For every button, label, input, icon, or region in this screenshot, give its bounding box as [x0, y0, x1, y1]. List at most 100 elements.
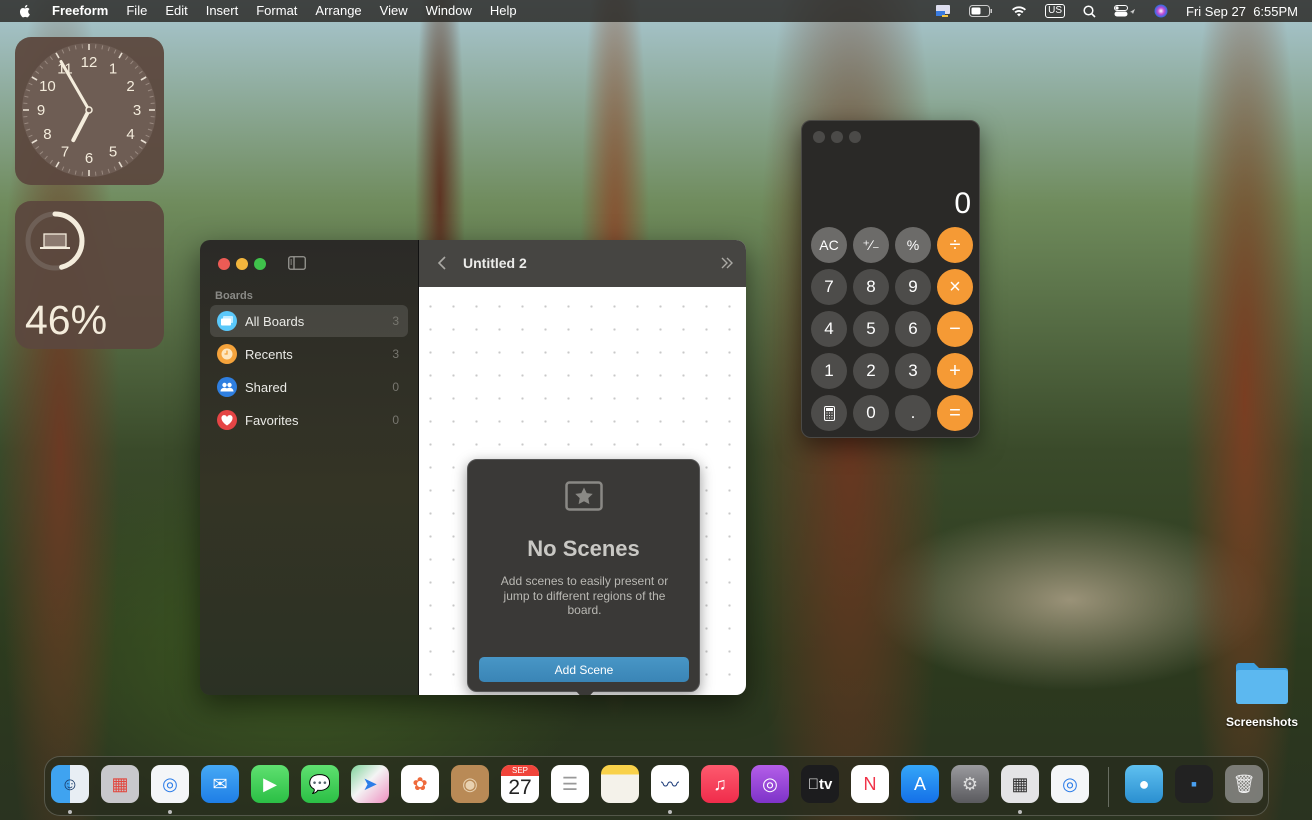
calc-key-decimal[interactable]: . [895, 395, 931, 431]
back-chevron-icon[interactable] [437, 255, 447, 271]
battery-icon[interactable] [969, 5, 993, 17]
facetime-icon: ▶ [263, 773, 277, 794]
clock-widget[interactable]: 121234567891011 [15, 37, 164, 185]
sidebar-item-all-boards[interactable]: All Boards 3 [210, 305, 408, 337]
display-icon[interactable] [935, 4, 951, 18]
folder-icon [1236, 663, 1288, 704]
dock-app-app-store[interactable]: A [901, 765, 939, 803]
dock-separator [1108, 767, 1109, 807]
scene-star-icon [565, 481, 603, 511]
calc-key-digit-7[interactable]: 7 [811, 269, 847, 305]
calc-key-plus-minus[interactable]: ⁺∕₋ [853, 227, 889, 263]
sidebar-item-recents[interactable]: Recents 3 [210, 338, 408, 370]
dock-app-notes[interactable] [601, 765, 639, 803]
calculator-icon [823, 405, 835, 421]
app-store-icon: A [913, 773, 926, 794]
running-indicator [68, 810, 72, 814]
calc-key-equals[interactable]: = [937, 395, 973, 431]
clock-center [85, 106, 93, 114]
trash-icon: 🗑 [1232, 773, 1256, 794]
calc-key-digit-2[interactable]: 2 [853, 353, 889, 389]
board-canvas[interactable]: No Scenes Add scenes to easily present o… [419, 287, 746, 695]
menu-window[interactable]: Window [417, 0, 481, 22]
apple-menu-icon[interactable] [17, 3, 33, 19]
zoom-button[interactable] [254, 258, 266, 270]
dock-app-calendar[interactable]: SEP 27 [501, 765, 539, 803]
minimize-button[interactable] [236, 258, 248, 270]
calc-key-subtract[interactable]: − [937, 311, 973, 347]
menu-insert[interactable]: Insert [197, 0, 248, 22]
calc-key-digit-5[interactable]: 5 [853, 311, 889, 347]
dock-app-safari[interactable]: ◎ [151, 765, 189, 803]
sidebar-item-shared[interactable]: Shared 0 [210, 371, 408, 403]
siri-icon[interactable] [1154, 4, 1168, 18]
menubar-clock[interactable]: Fri Sep 27 6:55PM [1186, 4, 1298, 19]
menu-file[interactable]: File [117, 0, 156, 22]
dock-app-music[interactable]: ♫ [701, 765, 739, 803]
heart-icon [217, 410, 237, 430]
calc-key-digit-3[interactable]: 3 [895, 353, 931, 389]
dock-app-system-settings[interactable]: ⚙ [951, 765, 989, 803]
menu-arrange[interactable]: Arrange [306, 0, 370, 22]
calc-key-label: 7 [824, 277, 834, 296]
dock-app-contacts[interactable]: ◉ [451, 765, 489, 803]
menu-format[interactable]: Format [247, 0, 306, 22]
dock: ☺ ▦ ◎ ✉ ▶ 💬 ➤ ✿ ◉ SEP27 ☰ 〰 ♫ ◎ tv N A ⚙ ▦ ◎ ● ▪ 🗑 [44, 756, 1269, 816]
menu-help[interactable]: Help [481, 0, 526, 22]
control-center-icon[interactable] [1114, 5, 1136, 17]
dock-app-recent-window[interactable]: ▪ [1175, 765, 1213, 803]
sidebar-toggle-icon[interactable] [288, 256, 306, 270]
zoom-button[interactable] [849, 131, 861, 143]
dock-app-trash[interactable]: 🗑 [1225, 765, 1263, 803]
calc-key-percent[interactable]: % [895, 227, 931, 263]
search-icon[interactable] [1083, 4, 1096, 18]
dock-app-safari-technology-preview[interactable]: ◎ [1051, 765, 1089, 803]
battery-widget[interactable]: 46% [15, 201, 164, 349]
dock-app-finder[interactable]: ☺ [51, 765, 89, 803]
minimize-button[interactable] [831, 131, 843, 143]
dock-app-mail[interactable]: ✉ [201, 765, 239, 803]
dock-app-launchpad[interactable]: ▦ [101, 765, 139, 803]
dock-app-messages[interactable]: 💬 [301, 765, 339, 803]
dock-app-podcasts[interactable]: ◎ [751, 765, 789, 803]
running-indicator [668, 810, 672, 814]
keyboard-layout-indicator[interactable]: US [1045, 4, 1065, 18]
sidebar-item-favorites[interactable]: Favorites 0 [210, 404, 408, 436]
calc-key-mode[interactable] [811, 395, 847, 431]
calc-key-label: × [949, 275, 961, 298]
calc-key-multiply[interactable]: × [937, 269, 973, 305]
dock-app-photos[interactable]: ✿ [401, 765, 439, 803]
calc-key-digit-1[interactable]: 1 [811, 353, 847, 389]
calculator-window: 0 AC ⁺∕₋% ÷ 7 8 9 × 4 5 6 − 1 2 3 +0. = [801, 120, 980, 438]
dock-app-calculator[interactable]: ▦ [1001, 765, 1039, 803]
app-menu-freeform[interactable]: Freeform [43, 0, 117, 22]
tv-icon: tv [808, 775, 833, 793]
wifi-icon[interactable] [1011, 5, 1027, 17]
more-toolbar-icon[interactable] [720, 257, 734, 269]
menu-edit[interactable]: Edit [156, 0, 196, 22]
menu-view[interactable]: View [371, 0, 417, 22]
calc-key-digit-6[interactable]: 6 [895, 311, 931, 347]
calc-key-add[interactable]: + [937, 353, 973, 389]
running-indicator [1018, 810, 1022, 814]
dock-app-reminders[interactable]: ☰ [551, 765, 589, 803]
add-scene-button[interactable]: Add Scene [479, 657, 689, 682]
dock-app-freeform[interactable]: 〰 [651, 765, 689, 803]
calc-key-digit-8[interactable]: 8 [853, 269, 889, 305]
podcasts-icon: ◎ [762, 773, 778, 794]
calc-key-digit-9[interactable]: 9 [895, 269, 931, 305]
desktop-folder-screenshots[interactable]: Screenshots [1226, 660, 1298, 729]
calc-key-digit-0[interactable]: 0 [853, 395, 889, 431]
dock-app-news[interactable]: N [851, 765, 889, 803]
calc-key-clear[interactable]: AC [811, 227, 847, 263]
calc-key-divide[interactable]: ÷ [937, 227, 973, 263]
dock-app-tv[interactable]: tv [801, 765, 839, 803]
dock-app-maps[interactable]: ➤ [351, 765, 389, 803]
launchpad-icon: ▦ [111, 773, 129, 794]
close-button[interactable] [813, 131, 825, 143]
calc-key-digit-4[interactable]: 4 [811, 311, 847, 347]
dock-app-downloads[interactable]: ● [1125, 765, 1163, 803]
close-button[interactable] [218, 258, 230, 270]
calc-key-label: 3 [908, 361, 918, 380]
dock-app-facetime[interactable]: ▶ [251, 765, 289, 803]
